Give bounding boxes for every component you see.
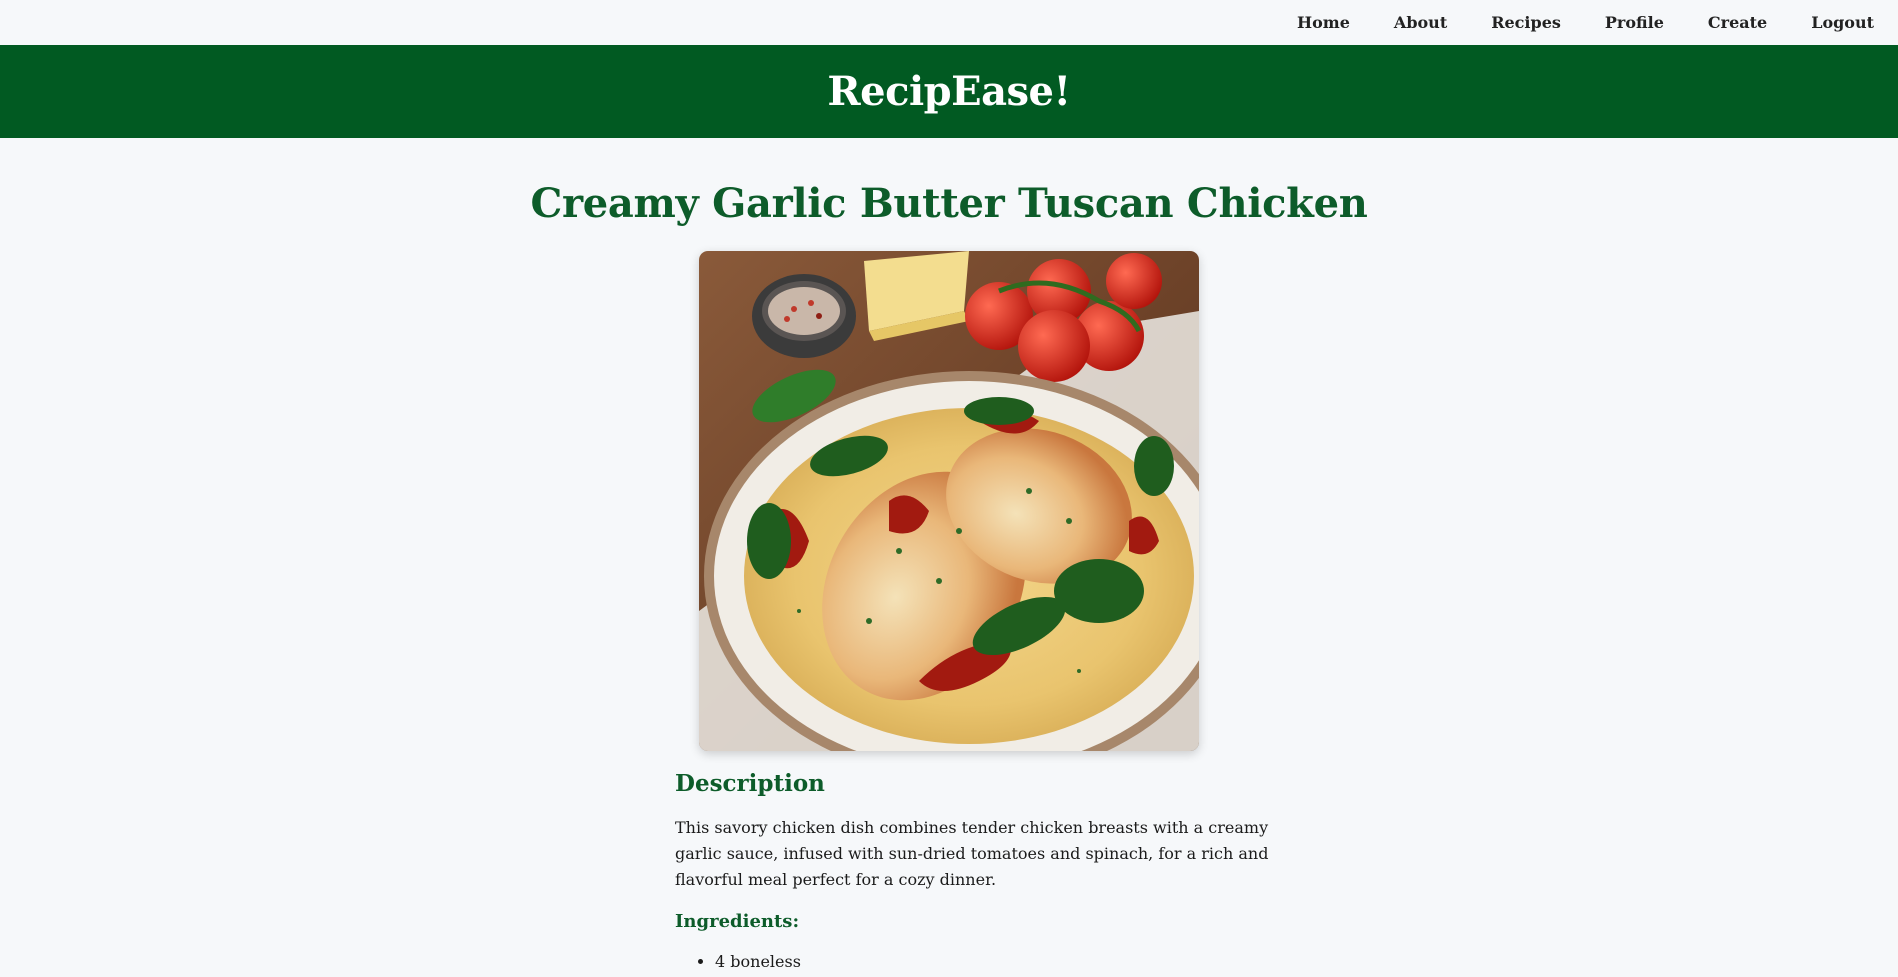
recipe-details: Description This savory chicken dish com… xyxy=(675,770,1295,974)
site-title: RecipEase! xyxy=(827,68,1071,115)
site-banner: RecipEase! xyxy=(0,45,1898,138)
recipe-image xyxy=(699,251,1199,751)
recipe-title: Creamy Garlic Butter Tuscan Chicken xyxy=(530,180,1368,227)
ingredients-heading: Ingredients: xyxy=(675,911,800,932)
nav-logout-link[interactable]: Logout xyxy=(1811,13,1874,32)
top-navigation: Home About Recipes Profile Create Logout xyxy=(0,0,1898,45)
nav-home-link[interactable]: Home xyxy=(1297,13,1350,32)
ingredient-item: 4 boneless xyxy=(715,950,1295,974)
description-heading: Description xyxy=(675,770,825,797)
description-text: This savory chicken dish combines tender… xyxy=(675,818,1269,889)
nav-about-link[interactable]: About xyxy=(1394,13,1447,32)
nav-menu: Home About Recipes Profile Create Logout xyxy=(1253,0,1874,45)
ingredients-list: 4 boneless xyxy=(715,950,1295,974)
nav-profile-link[interactable]: Profile xyxy=(1605,13,1664,32)
nav-create-link[interactable]: Create xyxy=(1708,13,1767,32)
nav-recipes-link[interactable]: Recipes xyxy=(1491,13,1561,32)
recipe-photo-illustration xyxy=(699,251,1199,751)
